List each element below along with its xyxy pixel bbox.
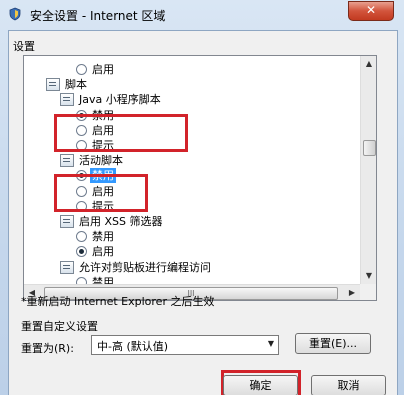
settings-tree[interactable]: 启用 脚本 Java 小程序脚本 禁用 启用 提示 活动脚本 禁用 启用 提示 启用 XSS 筛选器…	[23, 55, 377, 301]
radio-unchecked-icon[interactable]	[76, 231, 87, 243]
tree-item-label: 启用	[92, 245, 114, 259]
security-shield-icon	[9, 7, 21, 21]
title-bar[interactable]: 安全设置 - Internet 区域 ✕	[0, 0, 404, 30]
ok-button[interactable]: 确定	[223, 375, 298, 395]
reset-button[interactable]: 重置(E)...	[295, 333, 371, 354]
radio-unchecked-icon[interactable]	[76, 276, 87, 284]
vertical-scroll-thumb[interactable]	[363, 140, 376, 156]
settings-tree-rows: 启用 脚本 Java 小程序脚本 禁用 启用 提示 活动脚本 禁用 启用 提示 启用 XSS 筛选器…	[24, 56, 360, 284]
cancel-button[interactable]: 取消	[311, 375, 386, 395]
tree-radio-item[interactable]: 启用	[76, 244, 116, 259]
tree-item-label: Java 小程序脚本	[79, 93, 161, 107]
highlight-active-scripting	[54, 174, 148, 212]
tree-item-label: 禁用	[92, 275, 114, 284]
reset-group-title: 重置自定义设置	[21, 320, 98, 333]
close-button[interactable]: ✕	[348, 1, 394, 21]
vertical-scrollbar[interactable]: ▲ ▼	[360, 56, 376, 284]
radio-unchecked-icon[interactable]	[76, 64, 87, 75]
tree-item-label: 启用 XSS 筛选器	[79, 215, 163, 228]
settings-group-icon	[60, 93, 74, 107]
radio-checked-icon[interactable]	[76, 246, 87, 258]
settings-group-icon	[46, 78, 60, 92]
tree-item-label: 脚本	[65, 78, 87, 92]
settings-group-icon	[60, 215, 74, 228]
tree-radio-item[interactable]: 启用	[76, 62, 116, 77]
reset-to-label: 重置为(R):	[21, 342, 74, 355]
tree-group-item[interactable]: 活动脚本	[60, 153, 125, 168]
settings-group-icon	[60, 154, 74, 168]
reset-level-dropdown[interactable]: 中-高 (默认值) ▼	[91, 335, 279, 355]
tree-item-label: 禁用	[92, 230, 114, 244]
window-title: 安全设置 - Internet 区域	[30, 9, 166, 23]
tree-group-item[interactable]: 脚本	[46, 77, 89, 92]
settings-label: 设置	[13, 40, 35, 53]
tree-group-item[interactable]: Java 小程序脚本	[60, 92, 163, 107]
reset-custom-settings-group: 重置自定义设置 重置为(R): 中-高 (默认值) ▼ 重置(E)...	[21, 318, 387, 364]
tree-radio-item[interactable]: 禁用	[76, 275, 116, 284]
scrollbar-corner	[360, 284, 376, 300]
settings-group-icon	[60, 260, 74, 274]
tree-item-label: 活动脚本	[79, 154, 123, 168]
dialog-body: 设置 启用 脚本 Java 小程序脚本 禁用 启用 提示 活动脚本 禁用 启用 提示 启用 XSS …	[8, 30, 398, 395]
reset-level-value: 中-高 (默认值)	[97, 340, 169, 353]
tree-item-label: 允许对剪贴板进行编程访问	[79, 260, 211, 274]
scroll-up-button[interactable]: ▲	[361, 56, 376, 72]
chevron-down-icon: ▼	[267, 339, 274, 348]
scroll-down-button[interactable]: ▼	[361, 268, 376, 284]
highlight-java-applet-scripting	[54, 114, 188, 152]
tree-item-label: 启用	[92, 63, 114, 76]
security-settings-dialog: 安全设置 - Internet 区域 ✕ 设置 启用 脚本 Java 小程序脚本 禁用…	[0, 0, 404, 395]
restart-note: *重新启动 Internet Explorer 之后生效	[21, 295, 215, 308]
tree-radio-item[interactable]: 禁用	[76, 229, 116, 244]
scroll-right-button[interactable]: ▶	[344, 285, 360, 300]
tree-group-item[interactable]: 启用 XSS 筛选器	[60, 214, 165, 229]
tree-group-item[interactable]: 允许对剪贴板进行编程访问	[60, 260, 213, 275]
